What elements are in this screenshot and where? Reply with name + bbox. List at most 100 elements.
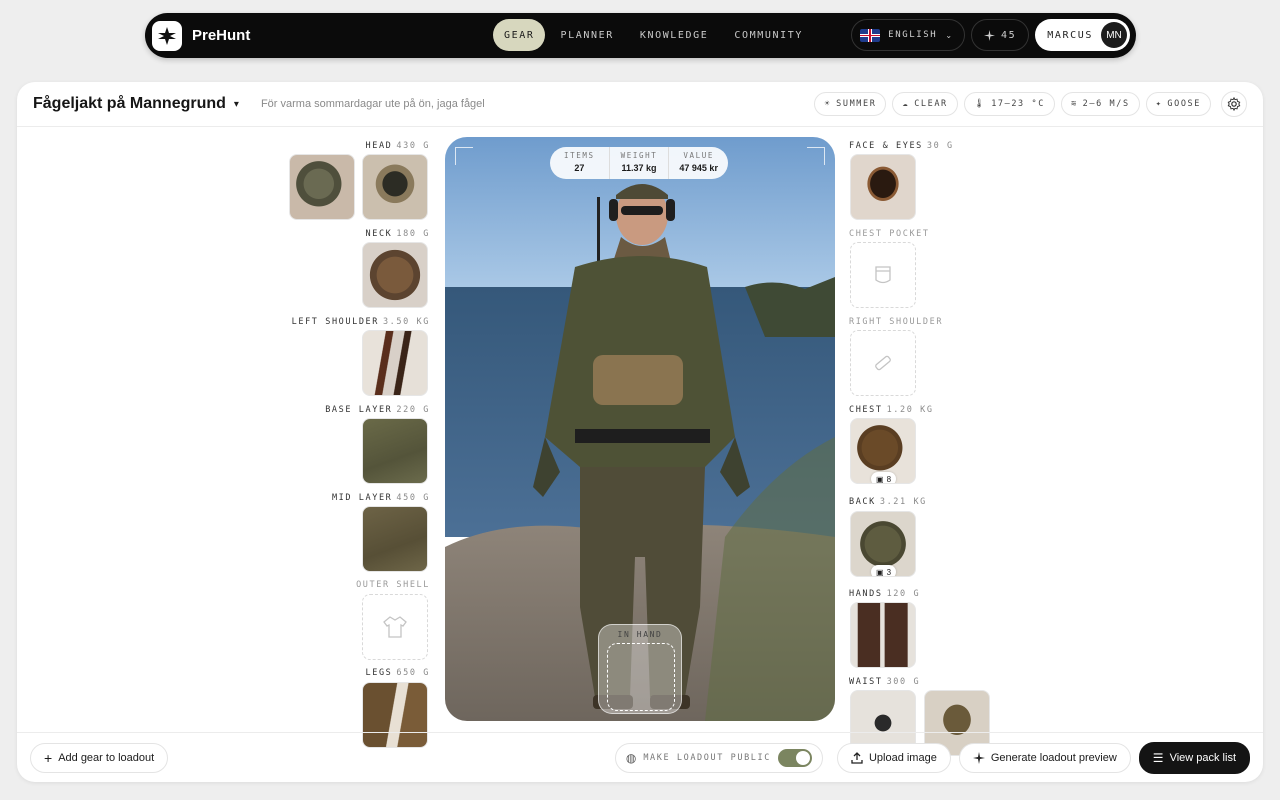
wind-icon: ≋ xyxy=(1070,99,1078,109)
slot-label-back: BACK 3.21 kg xyxy=(849,497,927,507)
bottom-action-bar: + Add gear to loadout ◍ MAKE LOADOUT PUB… xyxy=(17,732,1263,782)
generate-preview-label: Generate loadout preview xyxy=(990,751,1117,764)
chevron-down-icon: ⌄ xyxy=(945,30,953,40)
slot-label-hands: HANDS 120 g xyxy=(849,589,921,599)
prehunt-logo-icon[interactable] xyxy=(152,20,182,51)
slot-label-right-shoulder: RIGHT SHOULDER xyxy=(849,317,944,327)
thermometer-icon: 🌡 xyxy=(973,99,987,109)
bag-icon: ▣ xyxy=(876,567,884,577)
weather-chip[interactable]: ☁ CLEAR xyxy=(892,92,958,116)
gear-item-base-layer[interactable] xyxy=(362,418,428,484)
frame-corner xyxy=(455,147,473,165)
nav-tab-knowledge[interactable]: KNOWLEDGE xyxy=(629,19,720,51)
chevron-down-icon[interactable]: ▾ xyxy=(234,99,239,110)
slot-label-legs: LEGS 650 g xyxy=(365,668,430,678)
loadout-description: För varma sommardagar ute på ön, jaga få… xyxy=(260,98,485,110)
gear-item-mid-layer[interactable] xyxy=(362,506,428,572)
gear-item-cap[interactable] xyxy=(289,154,355,220)
make-public-control: ◍ MAKE LOADOUT PUBLIC xyxy=(614,742,823,773)
add-gear-label: Add gear to loadout xyxy=(58,751,155,764)
item-count-badge: ▣ 3 xyxy=(871,565,897,577)
in-hand-label: IN HAND xyxy=(617,630,663,639)
top-navigation: PreHunt GEAR PLANNER KNOWLEDGE COMMUNITY… xyxy=(145,13,1136,58)
season-chip[interactable]: ☀ SUMMER xyxy=(814,92,887,116)
gear-item-sunglasses[interactable] xyxy=(850,154,916,220)
slot-label-mid-layer: MID LAYER 450 g xyxy=(331,493,430,503)
pocket-icon xyxy=(875,266,891,284)
season-label: SUMMER xyxy=(836,99,877,109)
view-pack-list-label: View pack list xyxy=(1169,751,1236,764)
loadout-stats: ITEMS 27 WEIGHT 11.37 kg VALUE 47 945 kr xyxy=(550,147,728,179)
bag-icon: ▣ xyxy=(876,474,884,484)
loadout-card: Fågeljakt på Mannegrund ▾ För varma somm… xyxy=(17,82,1263,782)
jacket-icon xyxy=(383,616,407,638)
empty-slot-outer-shell[interactable] xyxy=(362,594,428,660)
main-nav-links: GEAR PLANNER KNOWLEDGE COMMUNITY xyxy=(493,19,818,51)
language-label: ENGLISH xyxy=(888,30,938,40)
slot-label-face-eyes: FACE & EYES 30 g xyxy=(849,141,954,151)
sun-icon: ☀ xyxy=(824,99,832,109)
empty-slot-right-shoulder[interactable] xyxy=(850,330,916,396)
language-selector[interactable]: ENGLISH ⌄ xyxy=(851,19,966,51)
frame-corner xyxy=(807,147,825,165)
item-count-badge: ▣ 8 xyxy=(871,472,897,484)
game-label: GOOSE xyxy=(1167,99,1201,109)
slot-label-chest-pocket: CHEST POCKET xyxy=(849,229,930,239)
slot-label-neck: NECK 180 g xyxy=(365,229,430,239)
gear-item-ear-protection[interactable] xyxy=(362,154,428,220)
loadout-header: Fågeljakt på Mannegrund ▾ För varma somm… xyxy=(17,82,1263,127)
wind-chip[interactable]: ≋ 2–6 m/s xyxy=(1060,92,1140,116)
plus-icon: + xyxy=(44,749,53,766)
gear-item-backpack[interactable]: ▣ 3 xyxy=(850,511,916,577)
game-chip[interactable]: ✦ GOOSE xyxy=(1145,92,1211,116)
upload-image-label: Upload image xyxy=(868,751,937,764)
streak-count: 45 xyxy=(1001,29,1017,41)
temperature-label: 17–23 °C xyxy=(991,99,1045,109)
slot-label-left-shoulder: LEFT SHOULDER 3.50 kg xyxy=(291,317,430,327)
slot-label-outer-shell: OUTER SHELL xyxy=(356,580,430,590)
streak-counter[interactable]: 45 xyxy=(971,19,1030,51)
user-name: MARCUS xyxy=(1047,29,1093,41)
nav-tab-community[interactable]: COMMUNITY xyxy=(723,19,814,51)
stat-items: ITEMS 27 xyxy=(564,151,595,173)
make-public-label: MAKE LOADOUT PUBLIC xyxy=(643,752,771,763)
slot-label-waist: WAIST 300 g xyxy=(849,677,921,687)
upload-icon xyxy=(851,751,863,764)
temperature-chip[interactable]: 🌡 17–23 °C xyxy=(963,92,1055,116)
gear-item-gloves[interactable] xyxy=(850,602,916,668)
stat-value: VALUE 47 945 kr xyxy=(668,147,728,179)
gear-item-chest-bag[interactable]: ▣ 8 xyxy=(850,418,916,484)
add-gear-button[interactable]: + Add gear to loadout xyxy=(30,742,169,773)
generate-preview-button[interactable]: Generate loadout preview xyxy=(958,742,1131,773)
nav-tab-gear[interactable]: GEAR xyxy=(493,19,546,51)
uk-flag-icon xyxy=(860,28,881,42)
loadout-title[interactable]: Fågeljakt på Mannegrund xyxy=(33,95,226,113)
slot-label-chest: CHEST 1.20 kg xyxy=(849,405,934,415)
stat-weight: WEIGHT 11.37 kg xyxy=(608,147,669,179)
sparkle-icon xyxy=(984,29,996,41)
cloud-icon: ☁ xyxy=(902,99,910,109)
slot-label-base-layer: BASE LAYER 220 g xyxy=(325,405,430,415)
upload-image-button[interactable]: Upload image xyxy=(836,742,951,773)
in-hand-slot[interactable]: IN HAND xyxy=(598,624,682,714)
sparkle-icon xyxy=(972,751,985,764)
list-icon: ☰ xyxy=(1152,750,1164,765)
gear-item-neck-scarf[interactable] xyxy=(362,242,428,308)
globe-icon: ◍ xyxy=(625,750,637,765)
nav-tab-planner[interactable]: PLANNER xyxy=(549,19,624,51)
bird-icon: ✦ xyxy=(1155,99,1163,109)
weather-label: CLEAR xyxy=(914,99,948,109)
in-hand-dropzone[interactable] xyxy=(607,643,675,711)
conditions-bar: ☀ SUMMER ☁ CLEAR 🌡 17–23 °C ≋ 2–6 m/s ✦ GOOSE xyxy=(814,91,1247,117)
strap-icon xyxy=(875,355,891,371)
make-public-toggle[interactable] xyxy=(777,748,812,767)
settings-button[interactable] xyxy=(1221,91,1247,117)
view-pack-list-button[interactable]: ☰ View pack list xyxy=(1138,741,1250,774)
empty-slot-chest-pocket[interactable] xyxy=(850,242,916,308)
brand-name: PreHunt xyxy=(192,27,251,44)
gear-item-rifle[interactable] xyxy=(362,330,428,396)
slot-label-head: HEAD 430 g xyxy=(365,141,430,151)
loadout-photo: ITEMS 27 WEIGHT 11.37 kg VALUE 47 945 kr IN… xyxy=(445,137,835,721)
user-menu[interactable]: MARCUS MN xyxy=(1035,19,1130,51)
gear-icon xyxy=(1227,97,1241,111)
